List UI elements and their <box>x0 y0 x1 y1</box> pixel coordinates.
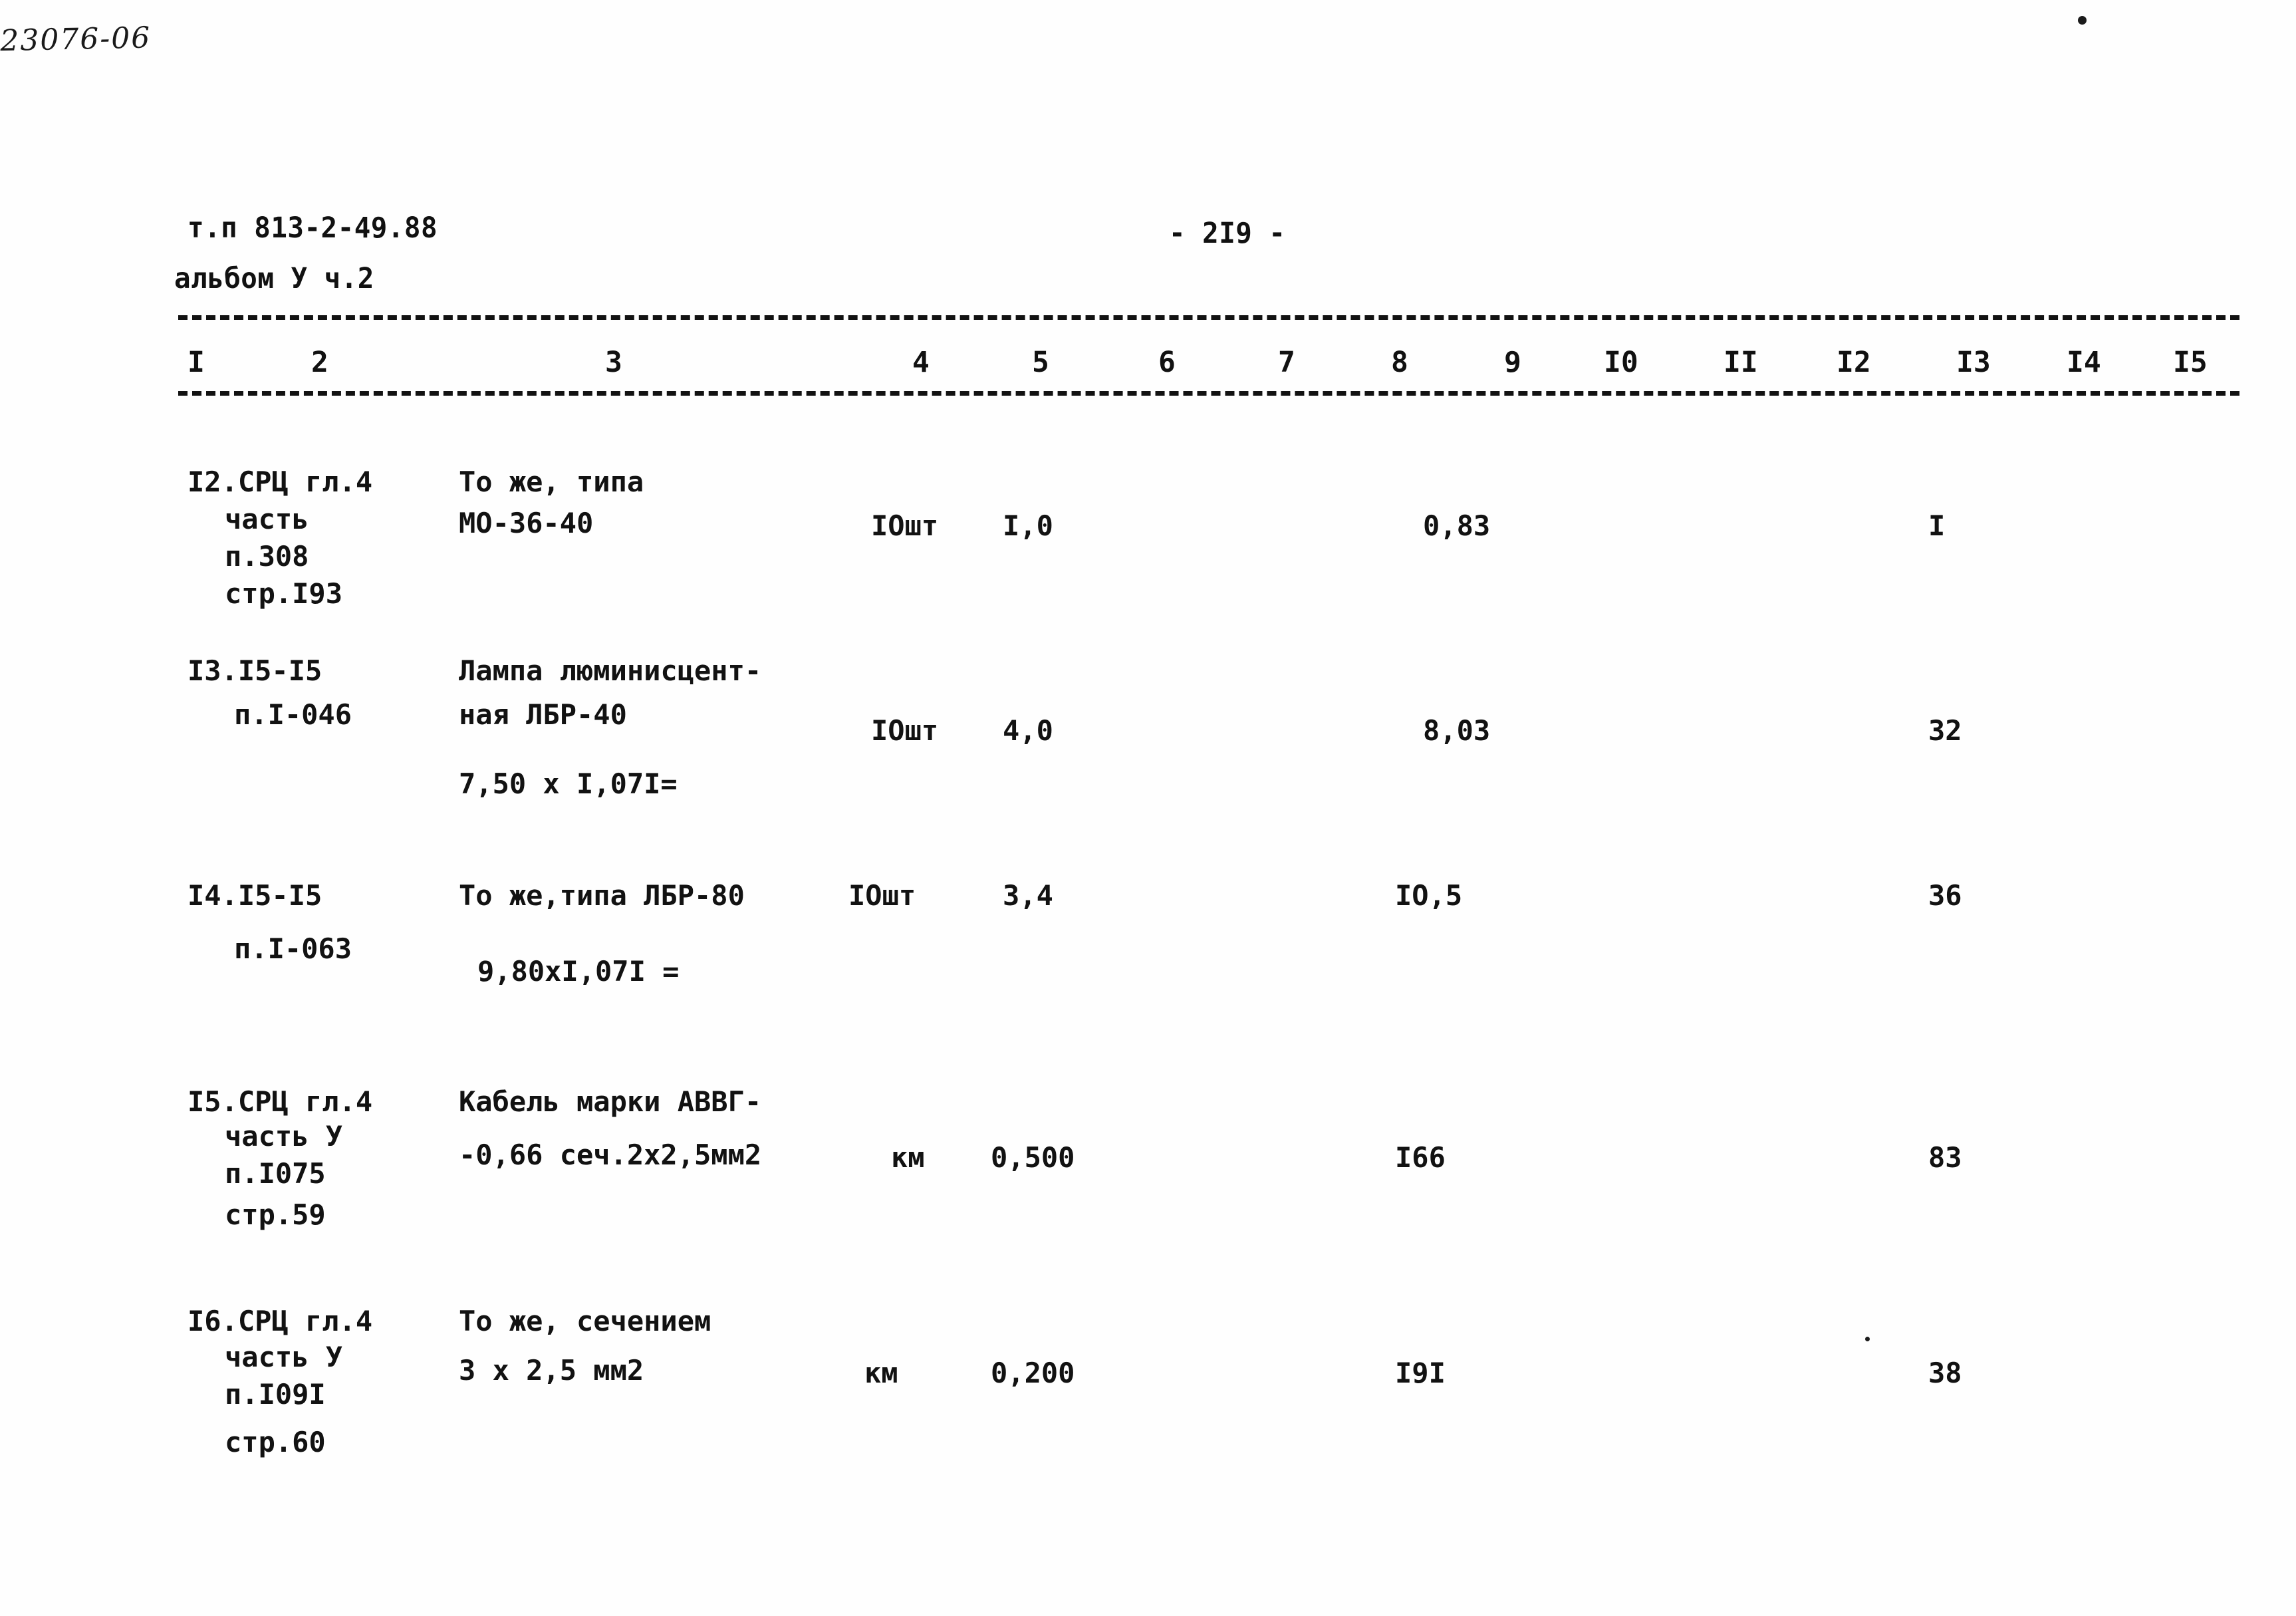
row-calculation: 7,50 x I,07I= <box>459 767 678 800</box>
row-unit: IОшт <box>871 509 939 542</box>
row-desc-line: -0,66 сеч.2х2,5мм2 <box>459 1139 762 1171</box>
column-header-5: 5 <box>1032 346 1049 379</box>
row-desc-line: Кабель марки АВВГ- <box>459 1085 762 1118</box>
row-ref-line: стр.59 <box>225 1198 326 1231</box>
row-desc-line: То же, типа <box>459 466 644 498</box>
row-ref-line: стр.I93 <box>225 577 343 610</box>
column-header-7: 7 <box>1278 346 1295 379</box>
handwritten-stamp-code: 23076-06 <box>0 21 152 59</box>
table-header-divider <box>178 391 2239 396</box>
row-price: I9I <box>1395 1357 1446 1389</box>
row-price: I66 <box>1395 1141 1446 1174</box>
row-ref-line: п.I075 <box>225 1157 326 1190</box>
row-ref-line: п.I-046 <box>234 698 352 731</box>
album-line: альбом У ч.2 <box>174 262 374 295</box>
row-ref-line: I3.I5-I5 <box>188 654 322 687</box>
row-ref-line: п.I-063 <box>234 932 352 965</box>
column-header-15: I5 <box>2173 346 2208 379</box>
row-desc-line: То же,типа ЛБР-80 <box>459 879 745 912</box>
document-code: т.п 813-2-49.88 <box>188 211 438 245</box>
row-desc-line: ная ЛБР-40 <box>459 698 627 731</box>
row-ref-line: I4.I5-I5 <box>188 879 322 912</box>
row-quantity: 3,4 <box>1003 879 1053 912</box>
row-desc-line: 3 х 2,5 мм2 <box>459 1354 644 1387</box>
column-header-13: I3 <box>1956 346 1991 379</box>
scan-speck <box>2078 16 2087 25</box>
row-ref-line: I5.СРЦ гл.4 <box>188 1085 373 1118</box>
column-header-8: 8 <box>1391 346 1408 379</box>
row-price: IО,5 <box>1395 879 1463 912</box>
scan-speck <box>1865 1337 1870 1341</box>
row-ref-line: п.308 <box>225 540 309 573</box>
column-header-10: I0 <box>1604 346 1638 379</box>
scanned-page: т.п 813-2-49.88 альбом У ч.2 - 2I9 - 230… <box>0 0 2296 1616</box>
column-header-11: II <box>1723 346 1758 379</box>
column-header-12: I2 <box>1837 346 1871 379</box>
row-desc-line: Лампа люминисцент- <box>459 654 762 687</box>
row-desc-line: МО-36-40 <box>459 507 594 539</box>
page-number: - 2I9 - <box>1169 217 1286 250</box>
row-unit: IОшт <box>871 714 939 747</box>
row-unit: IОшт <box>848 879 916 912</box>
row-unit: км <box>891 1141 925 1174</box>
row-total: 32 <box>1928 714 1962 747</box>
row-total: 38 <box>1928 1357 1962 1389</box>
row-total: 83 <box>1928 1141 1962 1174</box>
column-header-2: 2 <box>311 346 328 379</box>
row-calculation: 9,80xI,07I = <box>477 955 680 988</box>
column-header-1: I <box>188 346 205 379</box>
column-header-4: 4 <box>912 346 930 379</box>
row-unit: км <box>864 1357 898 1389</box>
row-ref-line: I6.СРЦ гл.4 <box>188 1305 373 1337</box>
row-desc-line: То же, сечением <box>459 1305 711 1337</box>
row-total: 36 <box>1928 879 1962 912</box>
column-header-6: 6 <box>1158 346 1176 379</box>
row-price: 0,83 <box>1423 509 1491 542</box>
row-total: I <box>1928 509 1946 542</box>
row-quantity: I,0 <box>1003 509 1053 542</box>
row-quantity: 0,500 <box>991 1141 1075 1174</box>
row-ref-line: стр.60 <box>225 1426 326 1458</box>
column-header-3: 3 <box>605 346 622 379</box>
row-ref-line: часть У <box>225 1120 343 1152</box>
row-ref-line: I2.СРЦ гл.4 <box>188 466 373 498</box>
row-quantity: 0,200 <box>991 1357 1075 1389</box>
column-header-9: 9 <box>1504 346 1521 379</box>
row-price: 8,03 <box>1423 714 1491 747</box>
column-header-14: I4 <box>2067 346 2101 379</box>
table-top-divider <box>178 315 2239 320</box>
row-quantity: 4,0 <box>1003 714 1053 747</box>
row-ref-line: часть У <box>225 1341 343 1373</box>
row-ref-line: часть <box>225 503 309 535</box>
row-ref-line: п.I09I <box>225 1378 326 1411</box>
